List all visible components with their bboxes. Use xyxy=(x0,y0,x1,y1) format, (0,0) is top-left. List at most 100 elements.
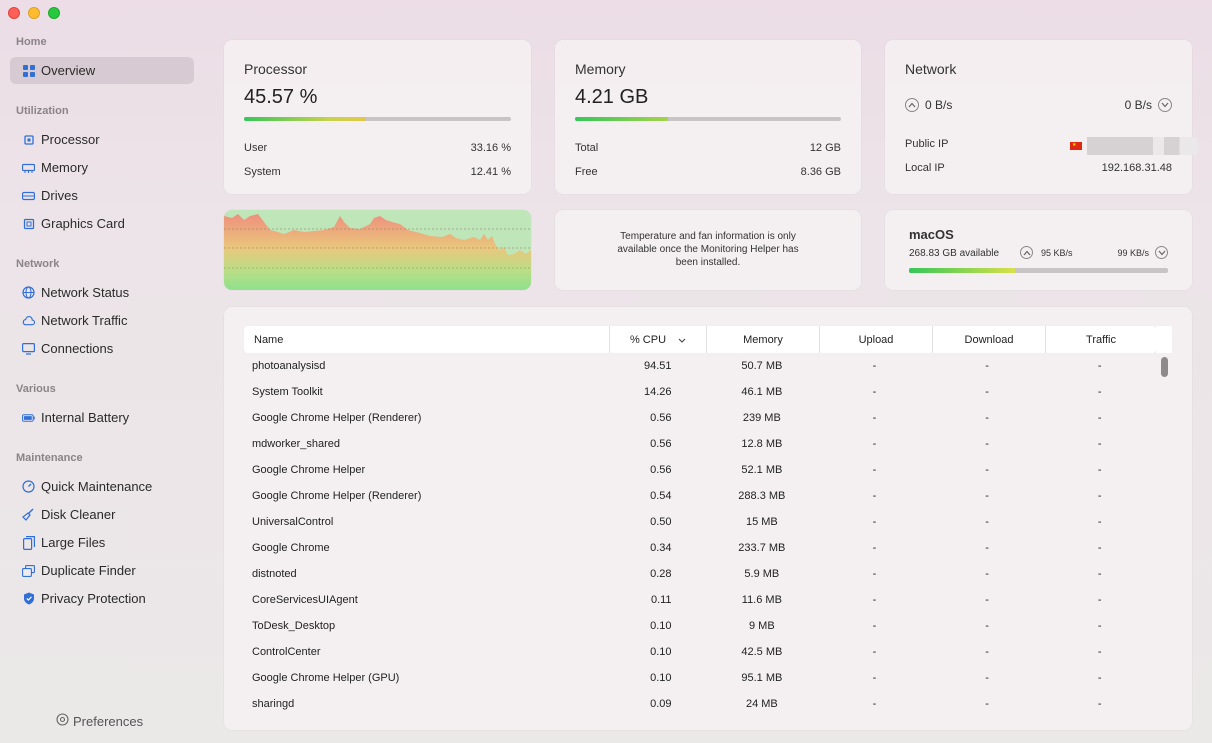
disk-card[interactable]: macOS 268.83 GB available 95 KB/s 99 KB/… xyxy=(885,210,1192,290)
sidebar-item-privacy-protection[interactable]: Privacy Protection xyxy=(10,585,194,612)
cell-download: - xyxy=(985,646,989,658)
download-rate: 0 B/s xyxy=(1125,98,1172,112)
section-label-network: Network xyxy=(16,258,60,270)
cell-upload: - xyxy=(872,568,877,580)
cell-name: CoreServicesUIAgent xyxy=(252,594,358,606)
table-row[interactable]: ToDesk_Desktop 0.10 9 MB - - - xyxy=(244,613,1156,639)
cell-download: - xyxy=(985,490,989,502)
table-row[interactable]: UniversalControl 0.50 15 MB - - - xyxy=(244,509,1156,535)
cell-cpu: 0.50 xyxy=(650,516,672,528)
table-row[interactable]: sharingd 0.09 24 MB - - - xyxy=(244,691,1156,717)
cell-name: mdworker_shared xyxy=(252,438,341,450)
chevron-down-icon xyxy=(1158,98,1172,112)
table-row[interactable]: System Toolkit 14.26 46.1 MB - - - xyxy=(244,379,1156,405)
column-header-upload[interactable]: Upload xyxy=(820,326,933,353)
table-row[interactable]: Google Chrome Helper (Renderer) 0.56 239 M… xyxy=(244,405,1156,431)
sidebar-item-label: Graphics Card xyxy=(41,216,125,231)
sidebar-item-connections[interactable]: Connections xyxy=(10,335,194,362)
cell-name: System Toolkit xyxy=(252,386,323,398)
disk-title: macOS xyxy=(909,227,954,242)
sidebar-item-large-files[interactable]: Large Files xyxy=(10,529,194,556)
cell-traffic: - xyxy=(1097,542,1102,554)
cell-traffic: - xyxy=(1097,646,1102,658)
system-value: 12.41 % xyxy=(470,166,511,178)
cell-download: - xyxy=(985,594,989,606)
cell-cpu: 0.11 xyxy=(650,594,672,606)
sidebar-item-quick-maintenance[interactable]: Quick Maintenance xyxy=(10,473,194,500)
column-header-traffic[interactable]: Traffic xyxy=(1046,326,1156,353)
cell-traffic: - xyxy=(1097,568,1102,580)
sidebar-item-label: Quick Maintenance xyxy=(41,479,153,494)
preferences-button[interactable]: Preferences xyxy=(56,713,143,729)
disk-usage-bar xyxy=(909,268,1168,273)
cell-traffic: - xyxy=(1097,464,1102,476)
cell-name: Google Chrome Helper xyxy=(252,464,366,476)
column-header-memory[interactable]: Memory xyxy=(707,326,820,353)
total-label: Total xyxy=(575,142,599,154)
table-row[interactable]: Google Chrome Helper (GPU) 0.10 95.1 MB - - - xyxy=(244,665,1156,691)
sensor-info-card[interactable]: Temperature and fan information is only … xyxy=(555,210,861,290)
disk-read-rate: 95 KB/s xyxy=(1020,246,1073,259)
local-ip-value: 192.168.31.48 xyxy=(1101,162,1172,174)
upload-rate-value: 0 B/s xyxy=(925,98,953,112)
cell-memory: 233.7 MB xyxy=(738,542,786,554)
processor-usage-fill xyxy=(244,117,366,121)
table-row[interactable]: mdworker_shared 0.56 12.8 MB - - - xyxy=(244,431,1156,457)
cell-cpu: 0.56 xyxy=(650,464,672,476)
sidebar-item-disk-cleaner[interactable]: Disk Cleaner xyxy=(10,501,194,528)
table-row[interactable]: Google Chrome 0.34 233.7 MB - - - xyxy=(244,535,1156,561)
processor-card[interactable]: Processor 45.57 % User 33.16 % System 12… xyxy=(224,40,531,194)
sidebar-item-label: Privacy Protection xyxy=(41,591,146,606)
public-ip-label: Public IP xyxy=(905,138,949,150)
public-ip-value: ★ xyxy=(1070,137,1197,155)
cell-upload: - xyxy=(872,386,877,398)
sidebar-item-drives[interactable]: Drives xyxy=(10,182,194,209)
cell-memory: 95.1 MB xyxy=(741,672,783,684)
table-row[interactable]: ControlCenter 0.10 42.5 MB - - - xyxy=(244,639,1156,665)
cell-memory: 12.8 MB xyxy=(741,438,783,450)
network-card[interactable]: Network 0 B/s 0 B/s Public IP ★ Local IP… xyxy=(885,40,1197,194)
table-row[interactable]: distnoted 0.28 5.9 MB - - - xyxy=(244,561,1156,587)
table-header: Name % CPU Memory Upload Download Traffi… xyxy=(244,326,1156,353)
drive-icon xyxy=(22,189,35,202)
sidebar-item-network-traffic[interactable]: Network Traffic xyxy=(10,307,194,334)
memory-card[interactable]: Memory 4.21 GB Total 12 GB Free 8.36 GB xyxy=(555,40,861,194)
cell-download: - xyxy=(985,672,989,684)
table-row[interactable]: CoreServicesUIAgent 0.11 11.6 MB - - - xyxy=(244,587,1156,613)
column-header-download[interactable]: Download xyxy=(933,326,1046,353)
memory-usage-fill xyxy=(575,117,669,121)
cpu-history-graph[interactable] xyxy=(224,210,531,290)
cell-upload: - xyxy=(872,672,877,684)
cell-traffic: - xyxy=(1097,360,1102,372)
table-row[interactable]: Google Chrome Helper (Renderer) 0.54 288.3… xyxy=(244,483,1156,509)
column-header-name[interactable]: Name xyxy=(244,326,610,353)
cell-traffic: - xyxy=(1097,620,1102,632)
cell-memory: 288.3 MB xyxy=(738,490,786,502)
free-value: 8.36 GB xyxy=(800,166,841,178)
upload-rate: 0 B/s xyxy=(905,98,952,112)
cell-traffic: - xyxy=(1097,698,1102,710)
disk-read-value: 95 KB/s xyxy=(1041,247,1073,258)
sidebar-item-graphics-card[interactable]: Graphics Card xyxy=(10,210,194,237)
scrollbar-track[interactable] xyxy=(1156,326,1172,353)
cell-name: distnoted xyxy=(252,568,297,580)
section-label-home: Home xyxy=(16,36,47,48)
table-row[interactable]: Google Chrome Helper 0.56 52.1 MB - - - xyxy=(244,457,1156,483)
sidebar-item-label: Processor xyxy=(41,132,100,147)
cell-memory: 9 MB xyxy=(749,620,775,632)
sidebar-item-internal-battery[interactable]: Internal Battery xyxy=(10,404,194,431)
sidebar: Home Overview Utilization Processor Memo… xyxy=(0,0,206,743)
disk-write-value: 99 KB/s xyxy=(1117,247,1149,258)
sidebar-item-overview[interactable]: Overview xyxy=(10,57,194,84)
cell-name: Google Chrome Helper (Renderer) xyxy=(252,490,422,502)
sidebar-item-label: Large Files xyxy=(41,535,106,550)
sidebar-item-processor[interactable]: Processor xyxy=(10,126,194,153)
gpu-icon xyxy=(22,217,35,230)
section-label-maintenance: Maintenance xyxy=(16,452,83,464)
sidebar-item-network-status[interactable]: Network Status xyxy=(10,279,194,306)
scrollbar-thumb[interactable] xyxy=(1161,357,1168,377)
sidebar-item-memory[interactable]: Memory xyxy=(10,154,194,181)
column-header-cpu[interactable]: % CPU xyxy=(610,326,707,353)
table-row[interactable]: photoanalysisd 94.51 50.7 MB - - - xyxy=(244,353,1156,379)
sidebar-item-duplicate-finder[interactable]: Duplicate Finder xyxy=(10,557,194,584)
